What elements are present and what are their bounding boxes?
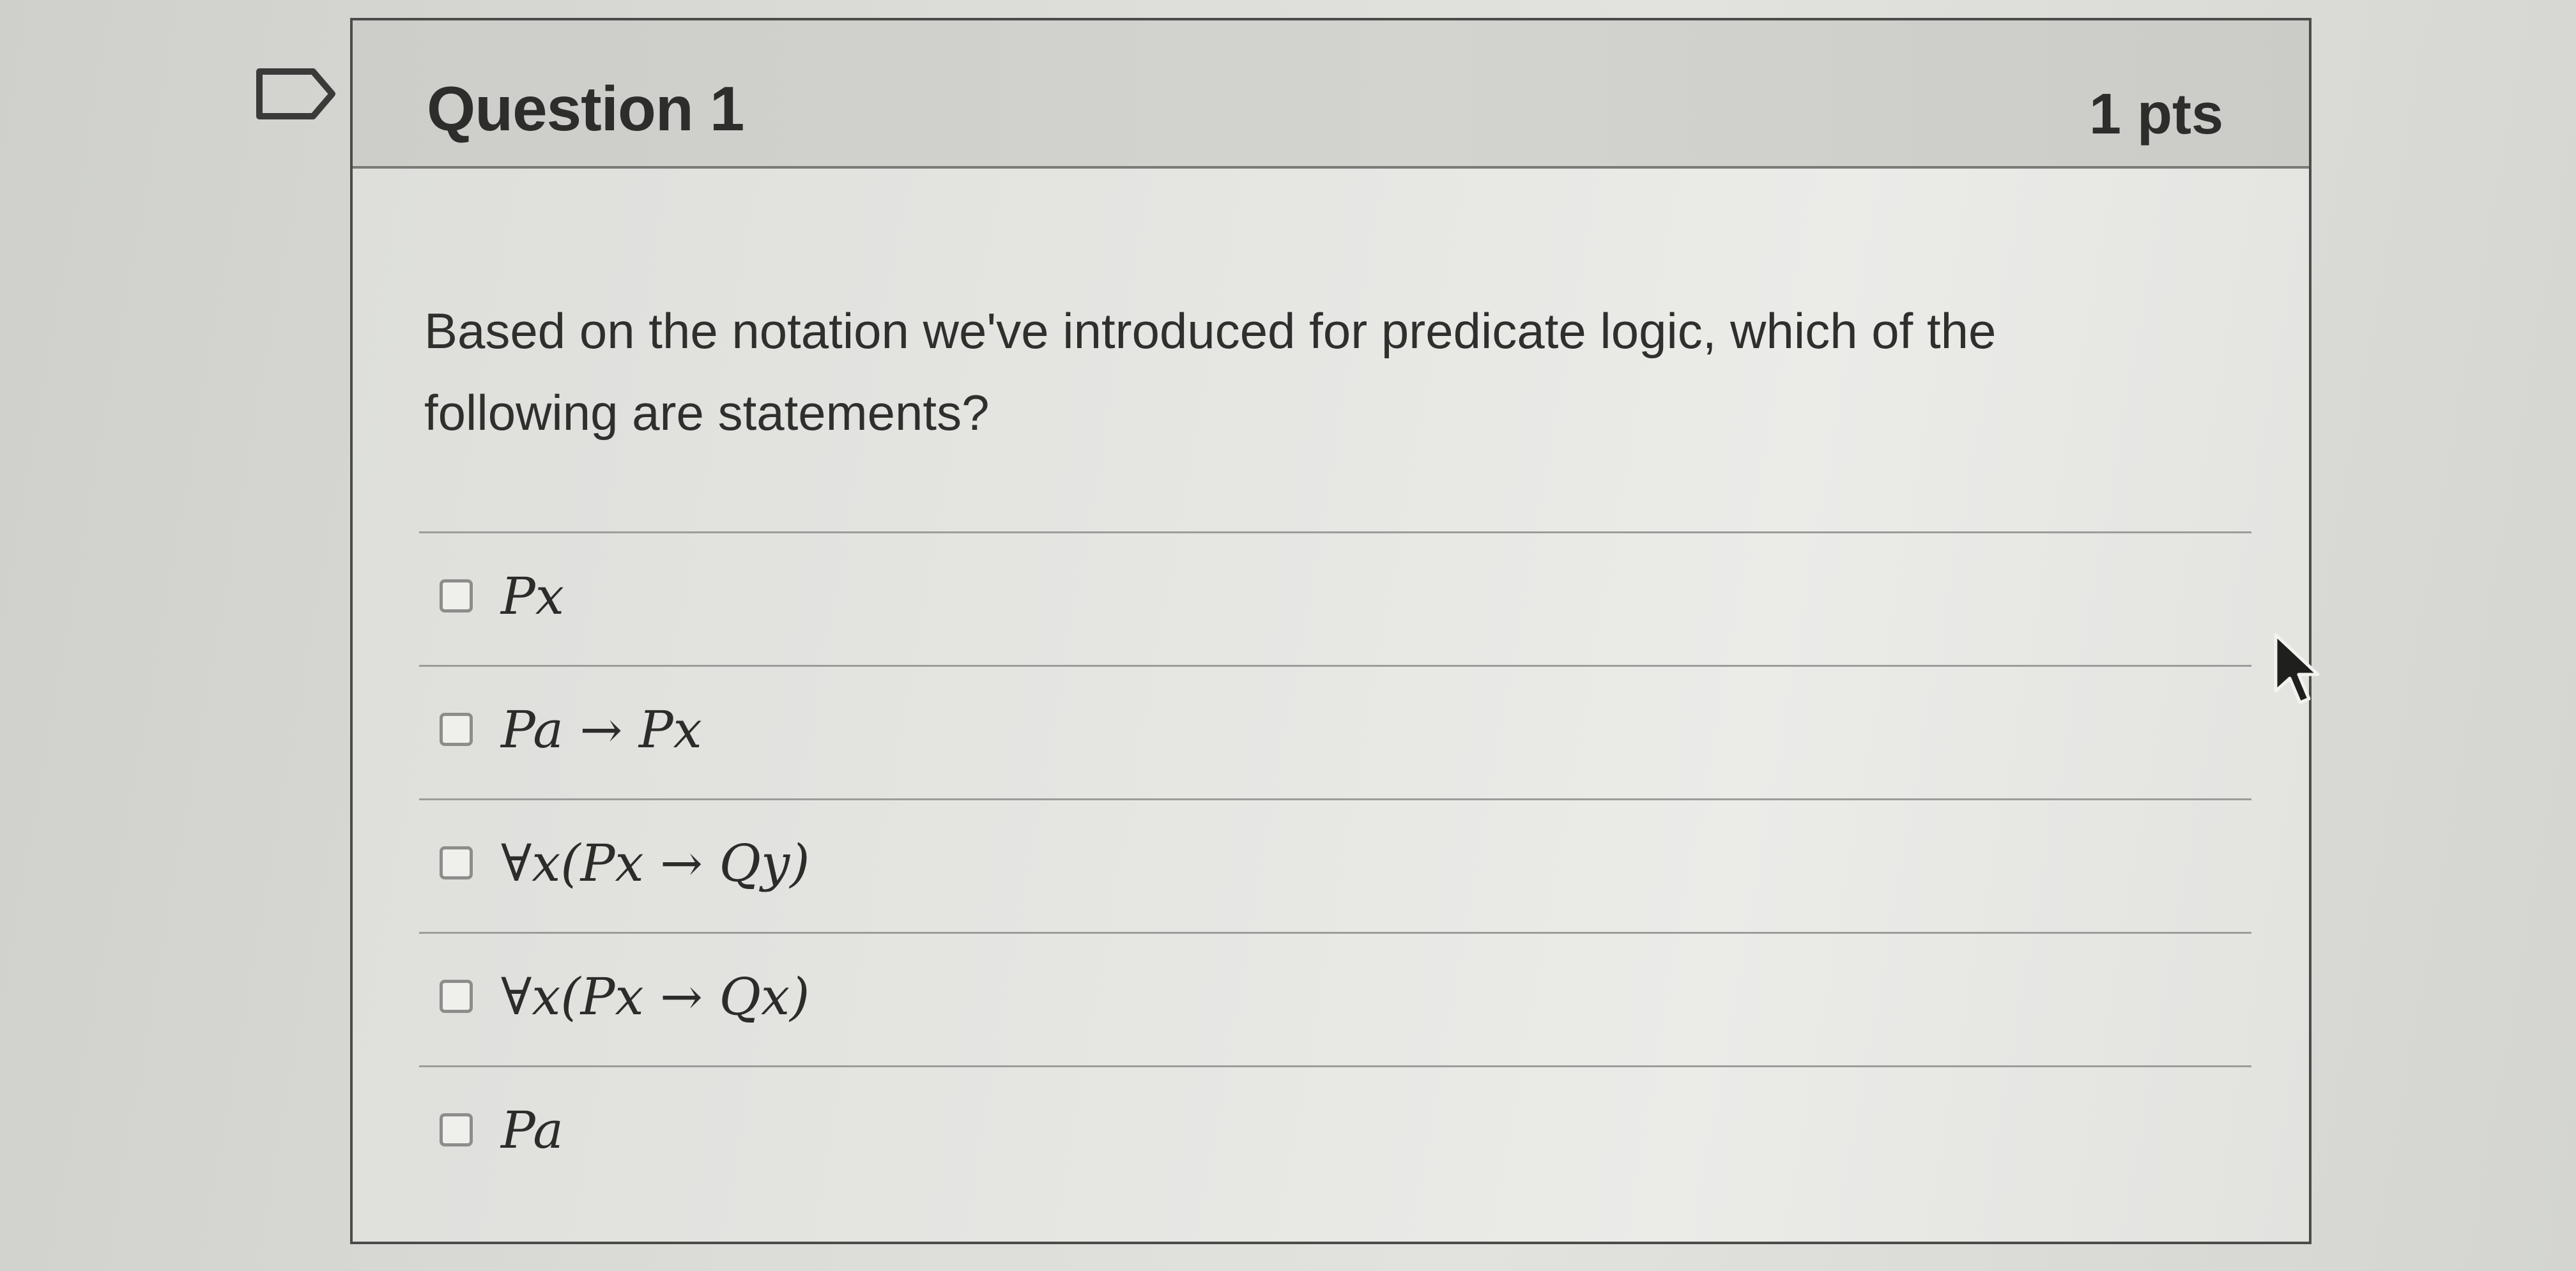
question-title: Question 1 xyxy=(427,73,744,144)
answer-label: Pa xyxy=(501,1100,564,1160)
flag-question-icon[interactable] xyxy=(254,66,337,121)
answer-option[interactable]: Px xyxy=(419,531,2251,665)
answer-label: Px xyxy=(501,567,564,626)
answer-label: Pa → Px xyxy=(501,700,702,759)
question-card: Question 1 1 pts Based on the notation w… xyxy=(350,18,2312,1244)
question-body: Based on the notation we've introduced f… xyxy=(353,169,2309,1242)
answer-option[interactable]: Pa → Px xyxy=(419,665,2251,798)
answer-checkbox[interactable] xyxy=(440,980,473,1013)
question-text: Based on the notation we've introduced f… xyxy=(424,303,1997,441)
mouse-cursor-icon xyxy=(2274,633,2320,704)
answer-option[interactable]: Pa xyxy=(419,1065,2251,1199)
answer-checkbox[interactable] xyxy=(440,579,473,613)
answer-checkbox[interactable] xyxy=(440,713,473,746)
answer-label: ∀x(Px → Qx) xyxy=(501,967,810,1026)
answer-option[interactable]: ∀x(Px → Qy) xyxy=(419,798,2251,932)
answer-checkbox[interactable] xyxy=(440,1113,473,1146)
answer-option[interactable]: ∀x(Px → Qx) xyxy=(419,932,2251,1065)
question-points: 1 pts xyxy=(2089,82,2223,146)
question-header: Question 1 1 pts xyxy=(353,20,2309,169)
answer-checkbox[interactable] xyxy=(440,846,473,879)
answer-label: ∀x(Px → Qy) xyxy=(501,833,810,893)
answer-list: Px Pa → Px ∀x(Px → Qy) ∀x(Px → Qx) Pa xyxy=(419,531,2251,1199)
